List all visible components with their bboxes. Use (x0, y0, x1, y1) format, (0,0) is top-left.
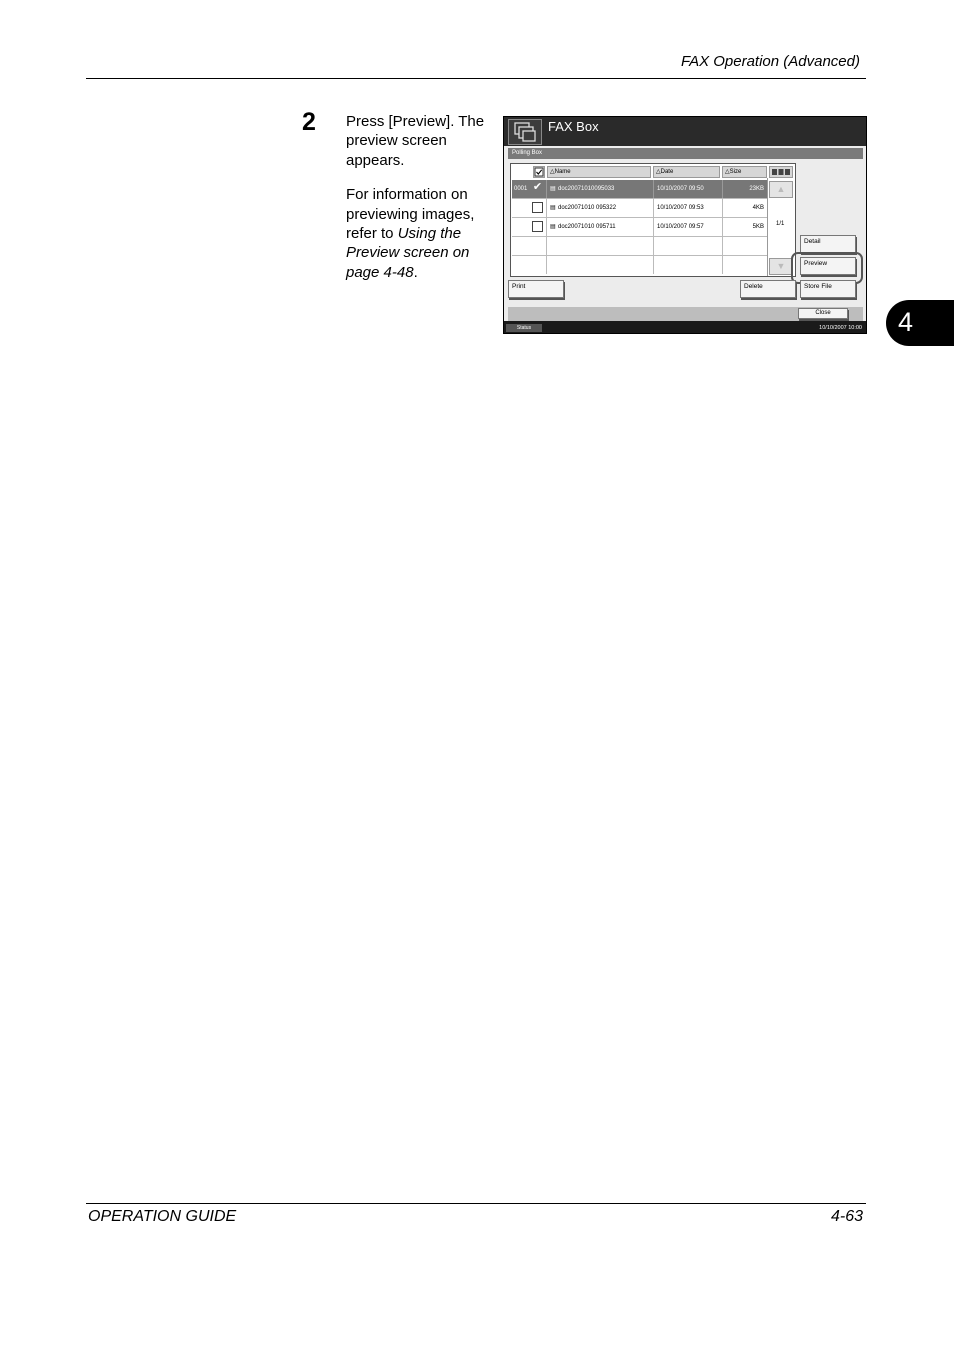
divider (722, 180, 723, 198)
row-checkbox-checked[interactable]: ✔ (532, 182, 543, 194)
table-row[interactable]: 0001 ✔ ▤ doc20071010095033 10/10/2007 09… (512, 180, 767, 199)
column-header-size[interactable]: △Size (722, 166, 767, 178)
table-row-empty (512, 256, 767, 275)
step-instructions: Press [Preview]. The preview screen appe… (346, 112, 496, 297)
divider (722, 237, 723, 255)
scroll-divider (767, 178, 768, 276)
divider (653, 180, 654, 198)
divider (653, 256, 654, 274)
screen-subtitle: Polling Box (508, 148, 863, 159)
divider (722, 256, 723, 274)
page-number: 4-63 (830, 1208, 863, 1225)
row-checkbox[interactable] (532, 202, 543, 213)
status-bar: Status 10/10/2007 10:00 (504, 323, 866, 333)
table-row[interactable]: ▤ doc20071010 095322 10/10/2007 09:53 4K… (512, 199, 767, 218)
step-paragraph: Press [Preview]. The preview screen appe… (346, 113, 485, 169)
document-name: doc20071010 095711 (558, 224, 616, 230)
divider (546, 237, 547, 255)
document-date: 10/10/2007 09:57 (657, 224, 704, 230)
document-icon: ▤ (550, 224, 556, 230)
close-button[interactable]: Close (798, 308, 848, 319)
divider (722, 218, 723, 236)
table-row-empty (512, 237, 767, 256)
detail-button[interactable]: Detail (800, 235, 856, 253)
divider (546, 218, 547, 236)
step-reference-paragraph: For information on previewing images, re… (346, 185, 496, 282)
datetime: 10/10/2007 10:00 (819, 325, 862, 331)
section-title: FAX Operation (Advanced) (681, 53, 860, 70)
document-size: 23KB (749, 186, 764, 192)
divider (653, 237, 654, 255)
divider (546, 199, 547, 217)
column-name-label: Name (554, 169, 571, 175)
document-size: 5KB (752, 224, 764, 230)
scroll-down-button[interactable]: ▼ (769, 258, 793, 275)
document-size: 4KB (752, 205, 764, 211)
triangle-up-icon: ▲ (776, 184, 786, 194)
document-list: △Name △Date △Size 0001 ✔ ▤ doc2007101009… (510, 163, 796, 277)
print-button[interactable]: Print (508, 280, 564, 298)
fax-box-screen: FAX Box Polling Box △Name △Date △Size 00… (503, 116, 867, 334)
divider (546, 256, 547, 274)
screen-title-bar: FAX Box (504, 117, 866, 146)
document-date: 10/10/2007 09:50 (657, 186, 704, 192)
divider (546, 180, 547, 198)
divider (653, 218, 654, 236)
guide-name: OPERATION GUIDE (88, 1208, 237, 1225)
table-row[interactable]: ▤ doc20071010 095711 10/10/2007 09:57 5K… (512, 218, 767, 237)
document-date: 10/10/2007 09:53 (657, 205, 704, 211)
delete-button[interactable]: Delete (740, 280, 796, 298)
triangle-down-icon: ▼ (776, 261, 786, 271)
column-size-label: Size (729, 169, 742, 175)
select-all-checkbox[interactable] (533, 166, 545, 178)
row-checkbox[interactable] (532, 221, 543, 232)
fax-box-icon (508, 119, 542, 145)
document-name: doc20071010095033 (558, 186, 615, 192)
page-indicator: 1/1 (776, 221, 785, 227)
column-date-label: Date (660, 169, 674, 175)
reference-suffix: . (413, 263, 418, 281)
chapter-tab: 4 (886, 300, 954, 346)
step-number: 2 (302, 108, 316, 136)
document-icon: ▤ (550, 205, 556, 211)
view-toggle-button[interactable] (769, 166, 793, 178)
row-number: 0001 (514, 186, 528, 192)
column-header-name[interactable]: △Name (547, 166, 651, 178)
column-header-date[interactable]: △Date (653, 166, 720, 178)
chapter-number: 4 (898, 307, 914, 337)
divider (653, 199, 654, 217)
header-rule (86, 78, 866, 79)
document-name: doc20071010 095322 (558, 205, 617, 211)
scroll-up-button[interactable]: ▲ (769, 181, 793, 198)
document-icon: ▤ (550, 186, 556, 192)
screen-body: Polling Box △Name △Date △Size 0001 ✔ ▤ d… (504, 146, 866, 321)
list-view-icon (772, 169, 790, 175)
store-file-button[interactable]: Store File (800, 280, 856, 298)
screen-title: FAX Box (548, 119, 599, 134)
divider (722, 199, 723, 217)
status-button[interactable]: Status (506, 324, 542, 332)
footer-rule (86, 1203, 866, 1204)
